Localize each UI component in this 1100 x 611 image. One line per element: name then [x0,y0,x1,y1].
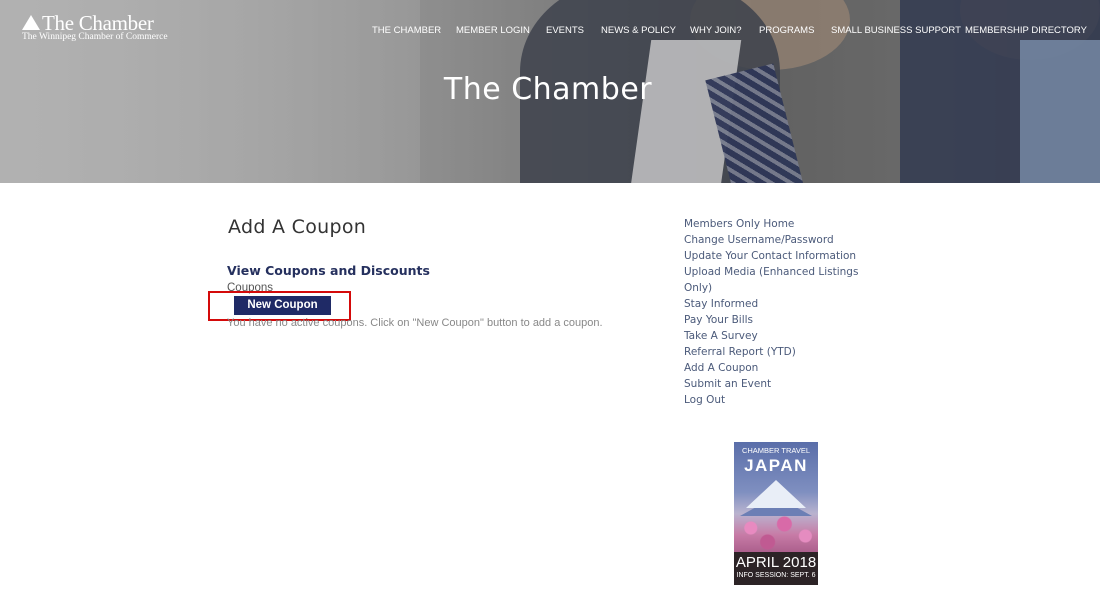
nav-item-the-chamber[interactable]: THE CHAMBER [372,25,441,37]
ad-date: APRIL 2018 [735,554,817,571]
logo-triangle-icon [22,15,40,30]
empty-coupons-message: You have no active coupons. Click on "Ne… [227,317,603,329]
sidebar-link-members-only-home[interactable]: Members Only Home [684,216,794,232]
sidebar-link-stay-informed[interactable]: Stay Informed [684,296,758,312]
sidebar-link-log-out[interactable]: Log Out [684,392,725,408]
nav-item-membership-directory[interactable]: MEMBERSHIP DIRECTORY [965,25,1087,37]
nav-item-why-join[interactable]: WHY JOIN? [690,25,742,37]
ad-headline: JAPAN [744,456,808,475]
hero-title: The Chamber [443,72,653,107]
nav-item-events[interactable]: EVENTS [546,25,584,37]
sidebar-link-upload-media[interactable]: Upload Media (Enhanced Listings [684,264,858,280]
nav-item-news-policy[interactable]: NEWS & POLICY [601,25,676,37]
sidebar-link-submit-an-event[interactable]: Submit an Event [684,376,771,392]
nav-item-programs[interactable]: PROGRAMS [759,25,814,37]
page-title: Add A Coupon [228,216,367,238]
ad-info-session: INFO SESSION: SEPT. 6 [736,572,816,579]
sidebar-link-change-username-password[interactable]: Change Username/Password [684,232,834,248]
sidebar-link-add-a-coupon[interactable]: Add A Coupon [684,360,758,376]
section-title: View Coupons and Discounts [227,263,430,278]
sidebar-link-take-a-survey[interactable]: Take A Survey [684,328,758,344]
hero-banner: The Chamber The Winnipeg Chamber of Comm… [0,0,1100,183]
mountain-fuji-icon [746,480,806,508]
sidebar-link-referral-report[interactable]: Referral Report (YTD) [684,344,796,360]
sidebar-link-upload-media-continued[interactable]: Only) [684,280,712,296]
nav-item-small-business-support[interactable]: SMALL BUSINESS SUPPORT [831,25,961,37]
nav-item-member-login[interactable]: MEMBER LOGIN [456,25,530,37]
japan-travel-ad[interactable]: CHAMBER TRAVEL JAPAN APRIL 2018 INFO SES… [734,442,818,585]
logo-tagline: The Winnipeg Chamber of Commerce [22,32,168,42]
sidebar-link-pay-your-bills[interactable]: Pay Your Bills [684,312,753,328]
ad-top-text: CHAMBER TRAVEL [741,446,811,455]
cherry-blossom-image [734,512,818,552]
sidebar-link-update-contact-information[interactable]: Update Your Contact Information [684,248,856,264]
new-coupon-button[interactable]: New Coupon [234,296,331,315]
